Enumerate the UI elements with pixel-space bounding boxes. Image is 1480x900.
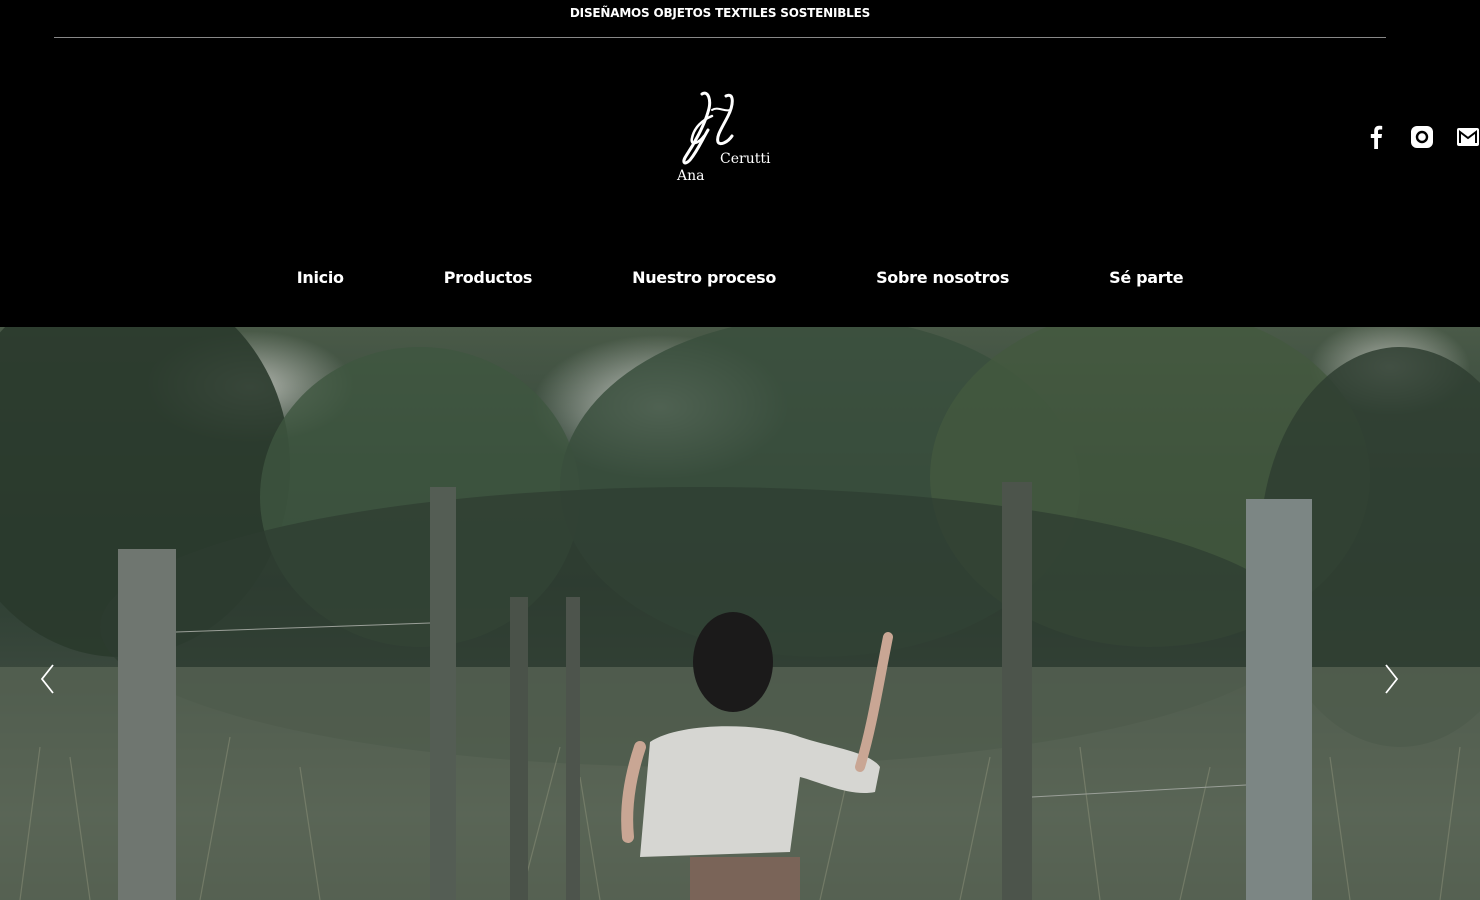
hero-slideshow — [0, 327, 1480, 900]
nav-item-sobre-nosotros[interactable]: Sobre nosotros — [876, 268, 1009, 287]
page: DISEÑAMOS OBJETOS TEXTILES SOSTENIBLES C… — [0, 0, 1480, 900]
social-links — [1364, 124, 1480, 150]
divider — [54, 37, 1386, 38]
chevron-right-icon[interactable] — [1381, 662, 1401, 696]
chevron-left-icon[interactable] — [38, 662, 58, 696]
mail-icon[interactable] — [1456, 124, 1480, 150]
nav-item-productos[interactable]: Productos — [444, 268, 533, 287]
tagline: DISEÑAMOS OBJETOS TEXTILES SOSTENIBLES — [569, 6, 871, 20]
brand-logo[interactable]: Cerutti Ana — [672, 86, 772, 196]
nav-item-inicio[interactable]: Inicio — [297, 268, 344, 287]
nav-item-se-parte[interactable]: Sé parte — [1109, 268, 1183, 287]
hero-photo — [0, 327, 1480, 900]
instagram-icon[interactable] — [1410, 124, 1434, 150]
logo-last-name: Cerutti — [720, 151, 771, 167]
logo-first-name: Ana — [677, 168, 705, 184]
nav-item-nuestro-proceso[interactable]: Nuestro proceso — [632, 268, 776, 287]
main-nav: Inicio Productos Nuestro proceso Sobre n… — [0, 268, 1480, 287]
facebook-icon[interactable] — [1364, 124, 1388, 150]
